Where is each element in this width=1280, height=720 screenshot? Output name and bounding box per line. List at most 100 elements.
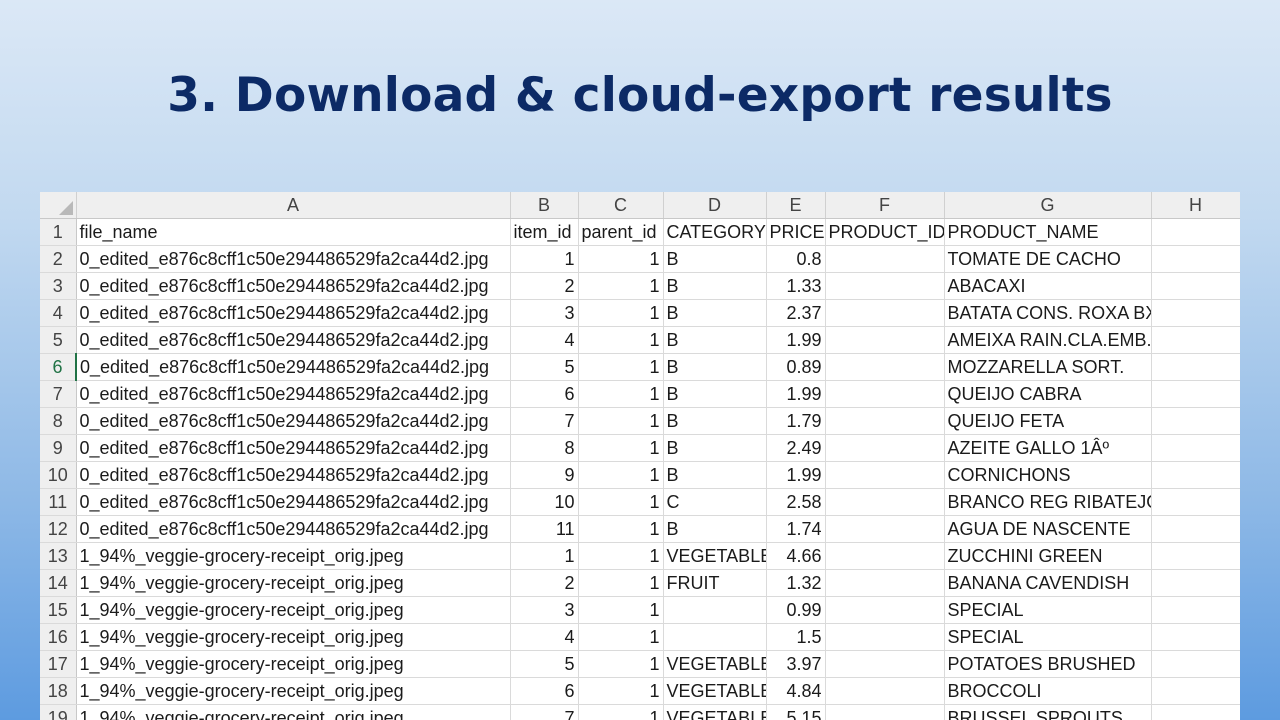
cell-file-name[interactable]: 0_edited_e876c8cff1c50e294486529fa2ca44d… xyxy=(76,515,511,543)
cell-price[interactable]: 2.37 xyxy=(766,299,826,327)
cell-product-name[interactable]: ABACAXI xyxy=(944,272,1152,300)
cell-category[interactable]: B xyxy=(663,407,767,435)
cell-empty[interactable] xyxy=(1151,272,1240,300)
cell-product-name[interactable]: SPECIAL xyxy=(944,596,1152,624)
cell-item-id[interactable]: 5 xyxy=(510,650,579,678)
cell-parent-id[interactable]: 1 xyxy=(578,542,664,570)
cell-category[interactable]: VEGETABLE xyxy=(663,704,767,720)
cell-product-name[interactable]: CORNICHONS xyxy=(944,461,1152,489)
cell-item-id[interactable]: 1 xyxy=(510,245,579,273)
cell-price[interactable]: 0.8 xyxy=(766,245,826,273)
cell-file-name[interactable]: 0_edited_e876c8cff1c50e294486529fa2ca44d… xyxy=(76,434,511,462)
cell-price[interactable]: 1.5 xyxy=(766,623,826,651)
cell-item-id[interactable]: 9 xyxy=(510,461,579,489)
cell-price[interactable]: 1.99 xyxy=(766,380,826,408)
cell-item-id[interactable]: 2 xyxy=(510,569,579,597)
cell-product-name[interactable]: BROCCOLI xyxy=(944,677,1152,705)
cell-parent-id[interactable]: 1 xyxy=(578,245,664,273)
cell-header-h[interactable] xyxy=(1151,218,1240,246)
cell-category[interactable]: B xyxy=(663,272,767,300)
cell-file-name[interactable]: 1_94%_veggie-grocery-receipt_orig.jpeg xyxy=(76,596,511,624)
cell-file-name[interactable]: 0_edited_e876c8cff1c50e294486529fa2ca44d… xyxy=(76,380,511,408)
cell-parent-id[interactable]: 1 xyxy=(578,434,664,462)
select-all-corner[interactable] xyxy=(40,192,77,219)
cell-price[interactable]: 0.99 xyxy=(766,596,826,624)
cell-category[interactable]: VEGETABLE xyxy=(663,650,767,678)
cell-item-id[interactable]: 4 xyxy=(510,326,579,354)
cell-price[interactable]: 4.66 xyxy=(766,542,826,570)
row-header[interactable]: 7 xyxy=(40,380,77,408)
cell-product-id[interactable] xyxy=(825,515,945,543)
cell-header-product-id[interactable]: PRODUCT_ID xyxy=(825,218,945,246)
row-header[interactable]: 12 xyxy=(40,515,77,543)
row-header[interactable]: 11 xyxy=(40,488,77,516)
cell-file-name[interactable]: 0_edited_e876c8cff1c50e294486529fa2ca44d… xyxy=(76,326,511,354)
cell-parent-id[interactable]: 1 xyxy=(578,353,664,381)
row-header[interactable]: 17 xyxy=(40,650,77,678)
cell-item-id[interactable]: 8 xyxy=(510,434,579,462)
cell-parent-id[interactable]: 1 xyxy=(578,596,664,624)
cell-file-name[interactable]: 1_94%_veggie-grocery-receipt_orig.jpeg xyxy=(76,650,511,678)
column-header-g[interactable]: G xyxy=(944,192,1152,219)
cell-empty[interactable] xyxy=(1151,677,1240,705)
cell-parent-id[interactable]: 1 xyxy=(578,623,664,651)
row-header[interactable]: 4 xyxy=(40,299,77,327)
cell-product-id[interactable] xyxy=(825,380,945,408)
cell-empty[interactable] xyxy=(1151,515,1240,543)
cell-price[interactable]: 3.97 xyxy=(766,650,826,678)
row-header[interactable]: 14 xyxy=(40,569,77,597)
cell-item-id[interactable]: 7 xyxy=(510,407,579,435)
cell-product-id[interactable] xyxy=(825,542,945,570)
cell-category[interactable] xyxy=(663,596,767,624)
row-header[interactable]: 13 xyxy=(40,542,77,570)
cell-empty[interactable] xyxy=(1151,461,1240,489)
cell-product-name[interactable]: QUEIJO CABRA xyxy=(944,380,1152,408)
cell-item-id[interactable]: 10 xyxy=(510,488,579,516)
cell-category[interactable]: B xyxy=(663,380,767,408)
cell-product-name[interactable]: POTATOES BRUSHED xyxy=(944,650,1152,678)
cell-empty[interactable] xyxy=(1151,650,1240,678)
cell-file-name[interactable]: 1_94%_veggie-grocery-receipt_orig.jpeg xyxy=(76,677,511,705)
cell-product-name[interactable]: SPECIAL xyxy=(944,623,1152,651)
column-header-a[interactable]: A xyxy=(76,192,511,219)
cell-empty[interactable] xyxy=(1151,380,1240,408)
cell-file-name[interactable]: 0_edited_e876c8cff1c50e294486529fa2ca44d… xyxy=(76,299,511,327)
cell-price[interactable]: 0.89 xyxy=(766,353,826,381)
cell-parent-id[interactable]: 1 xyxy=(578,272,664,300)
row-header[interactable]: 3 xyxy=(40,272,77,300)
cell-empty[interactable] xyxy=(1151,623,1240,651)
cell-category[interactable]: VEGETABLE xyxy=(663,542,767,570)
cell-header-file-name[interactable]: file_name xyxy=(76,218,511,246)
cell-product-name[interactable]: AMEIXA RAIN.CLA.EMB. xyxy=(944,326,1152,354)
row-header[interactable]: 15 xyxy=(40,596,77,624)
cell-parent-id[interactable]: 1 xyxy=(578,380,664,408)
cell-product-id[interactable] xyxy=(825,326,945,354)
cell-empty[interactable] xyxy=(1151,353,1240,381)
cell-product-name[interactable]: AZEITE GALLO 1Âº xyxy=(944,434,1152,462)
cell-product-id[interactable] xyxy=(825,596,945,624)
cell-product-id[interactable] xyxy=(825,488,945,516)
cell-category[interactable]: B xyxy=(663,515,767,543)
cell-header-category[interactable]: CATEGORY xyxy=(663,218,767,246)
cell-product-id[interactable] xyxy=(825,569,945,597)
cell-price[interactable]: 5.15 xyxy=(766,704,826,720)
cell-file-name[interactable]: 0_edited_e876c8cff1c50e294486529fa2ca44d… xyxy=(76,407,511,435)
column-header-c[interactable]: C xyxy=(578,192,664,219)
cell-item-id[interactable]: 5 xyxy=(510,353,579,381)
cell-parent-id[interactable]: 1 xyxy=(578,569,664,597)
column-header-f[interactable]: F xyxy=(825,192,945,219)
cell-item-id[interactable]: 3 xyxy=(510,596,579,624)
cell-product-id[interactable] xyxy=(825,407,945,435)
cell-parent-id[interactable]: 1 xyxy=(578,515,664,543)
cell-empty[interactable] xyxy=(1151,488,1240,516)
cell-header-product-name[interactable]: PRODUCT_NAME xyxy=(944,218,1152,246)
cell-category[interactable]: B xyxy=(663,245,767,273)
cell-file-name[interactable]: 0_edited_e876c8cff1c50e294486529fa2ca44d… xyxy=(76,272,511,300)
row-header[interactable]: 19 xyxy=(40,704,77,720)
cell-empty[interactable] xyxy=(1151,299,1240,327)
cell-item-id[interactable]: 7 xyxy=(510,704,579,720)
cell-category[interactable]: FRUIT xyxy=(663,569,767,597)
cell-product-id[interactable] xyxy=(825,461,945,489)
cell-file-name[interactable]: 0_edited_e876c8cff1c50e294486529fa2ca44d… xyxy=(76,353,511,381)
cell-parent-id[interactable]: 1 xyxy=(578,461,664,489)
